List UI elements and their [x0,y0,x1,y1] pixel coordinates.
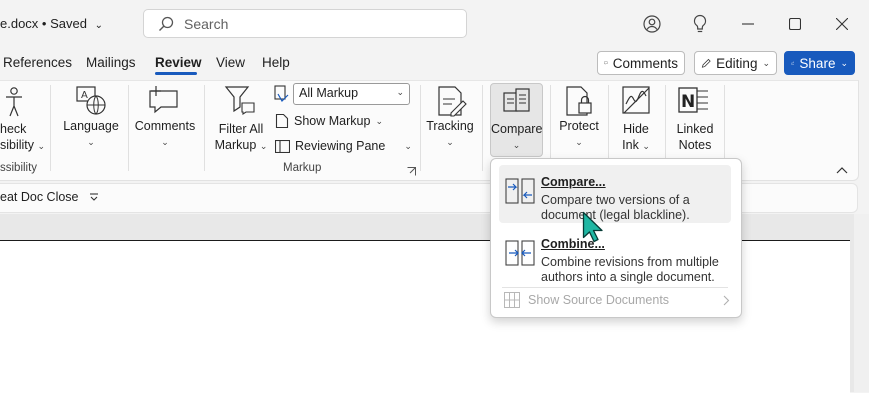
search-input[interactable]: Search [143,9,467,38]
source-documents-icon [504,292,520,308]
hide-ink-button[interactable]: Hide Ink ⌄ [612,121,660,154]
chevron-right-icon [723,295,730,306]
display-for-review-select[interactable]: All Markup ⌄ [293,83,410,105]
tab-references[interactable]: References [3,55,72,70]
search-placeholder: Search [184,16,229,32]
chevron-down-icon: ⌄ [161,137,169,147]
new-comment-icon [148,85,180,118]
mouse-cursor-icon [582,211,604,246]
editing-mode-button[interactable]: Editing ⌄ [694,51,777,75]
compare-documents-icon [505,178,535,204]
account-button[interactable] [638,10,666,38]
chevron-down-icon: ⌄ [396,87,404,97]
check-accessibility-button[interactable]: heck sibility ⌄ [0,121,45,154]
filter-all-markup-button[interactable]: Filter All Markup ⌄ [210,121,272,154]
show-markup-icon [275,113,289,129]
customize-toolbar-icon[interactable] [89,190,99,205]
filter-icon [224,85,256,118]
accessibility-group-label: ssibility [0,162,38,174]
menu-item-compare[interactable]: Compare... Compare two versions of a doc… [499,165,731,223]
tab-view[interactable]: View [216,55,245,70]
comments-button[interactable]: Comments [597,51,685,75]
comment-icon [604,61,608,65]
display-for-review-icon [273,85,291,106]
close-icon [836,18,848,30]
group-divider [204,85,205,171]
search-icon [159,16,174,31]
protect-icon [565,85,595,120]
svg-text:N: N [681,92,695,112]
svg-text:A: A [81,90,88,101]
show-markup-button[interactable]: Show Markup ⌄ [275,113,383,129]
accessibility-icon [4,86,26,123]
linked-notes-button[interactable]: Linked Notes [668,121,722,153]
chevron-down-icon: ⌄ [375,115,383,126]
close-button[interactable] [828,10,856,38]
selected-tab-indicator [155,72,197,75]
markup-group-label: Markup [283,162,322,174]
group-divider [50,85,51,171]
lightbulb-icon [693,14,707,33]
quick-command-label[interactable]: eat Doc Close [0,190,79,204]
share-button[interactable]: Share ⌄ [784,51,855,75]
compare-icon [503,88,530,112]
chevron-down-icon: ⌄ [404,140,412,151]
combine-documents-icon [505,240,535,266]
group-divider [128,85,129,171]
dialog-launcher-icon[interactable] [407,164,416,179]
minimize-button[interactable] [734,10,762,38]
language-button[interactable]: Language ⌄ [62,118,120,150]
menu-divider [502,287,728,288]
tab-review[interactable]: Review [155,55,202,70]
ideas-button[interactable] [686,10,714,38]
hide-ink-icon [622,86,652,119]
share-icon [791,61,795,65]
tracking-button[interactable]: Tracking ⌄ [424,118,476,150]
tab-help[interactable]: Help [262,55,290,70]
tab-mailings[interactable]: Mailings [86,55,136,70]
menu-item-show-source-documents[interactable]: Show Source Documents [500,292,736,310]
chevron-down-icon: ⌄ [37,141,46,151]
reviewing-pane-button[interactable]: Reviewing Pane ⌄ [275,139,412,153]
person-icon [643,15,661,33]
group-divider [420,85,421,171]
chevron-down-icon: ⌄ [840,57,848,68]
chevron-down-icon: ⌄ [575,137,583,147]
chevron-down-icon: ⌄ [87,137,95,147]
chevron-down-icon: ⌄ [512,140,521,150]
document-title[interactable]: e.docx • Saved ⌄ [0,16,103,31]
chevron-down-icon: ⌄ [762,57,770,68]
reviewing-pane-icon [275,139,290,153]
maximize-button[interactable] [781,10,809,38]
pencil-icon [701,58,711,68]
maximize-icon [789,18,801,30]
minimize-icon [742,23,754,25]
collapse-ribbon-icon[interactable] [836,162,848,177]
group-divider [482,85,483,171]
compare-button[interactable]: Compare ⌄ [490,83,543,157]
chevron-down-icon: ⌄ [446,137,454,147]
chevron-down-icon: ⌄ [642,141,650,151]
vertical-scrollbar[interactable] [854,214,869,392]
language-icon: A [75,85,107,120]
chevron-down-icon: ⌄ [94,20,103,31]
track-changes-icon [437,85,467,120]
menu-item-combine[interactable]: Combine... Combine revisions from multip… [499,227,731,284]
comments-ribbon-button[interactable]: Comments ⌄ [133,118,197,150]
chevron-down-icon: ⌄ [259,141,268,151]
protect-button[interactable]: Protect ⌄ [555,118,603,150]
onenote-icon: N [678,87,710,118]
